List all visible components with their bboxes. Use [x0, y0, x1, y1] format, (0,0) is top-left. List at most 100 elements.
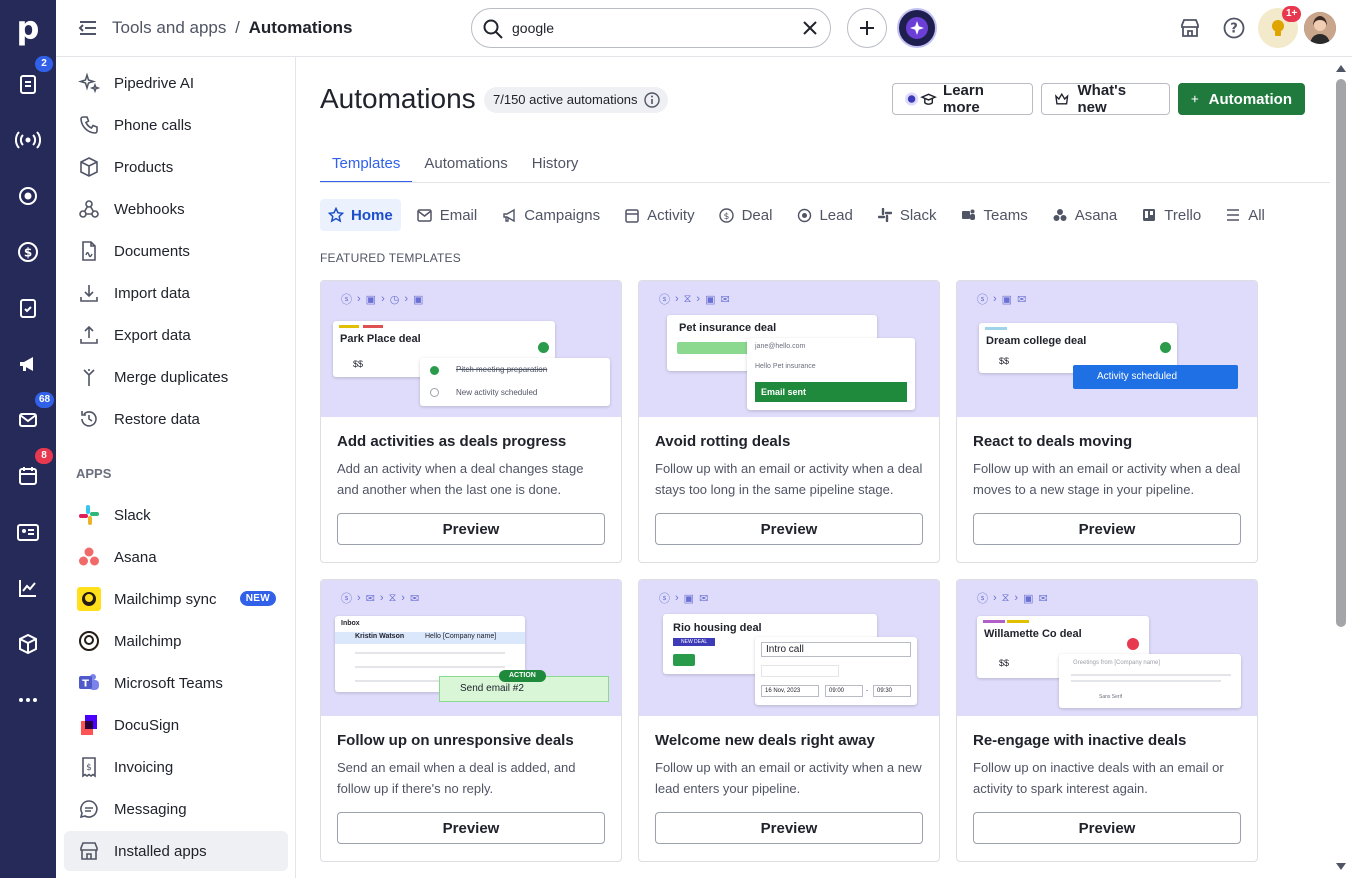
filter-asana[interactable]: Asana [1044, 199, 1126, 231]
products-nav[interactable] [0, 624, 56, 664]
sidebar-item-label: Asana [114, 548, 157, 566]
mail-nav[interactable]: 68 [0, 392, 56, 440]
trello-icon [1141, 207, 1157, 223]
card-description: Follow up with an email or activity when… [655, 760, 922, 796]
webhook-icon [76, 196, 102, 222]
help-icon[interactable]: ? [1222, 16, 1246, 40]
sidebar-item-installed-apps[interactable]: Installed apps [64, 831, 288, 871]
preview-button[interactable]: Preview [655, 812, 923, 844]
template-illustration: ⓢ › ▣ ✉ Dream college deal $$ Activity sche… [957, 281, 1257, 417]
sidebar-item-export-data[interactable]: Export data [64, 315, 288, 355]
sidebar-item-invoicing[interactable]: $ Invoicing [64, 747, 288, 787]
sidebar-item-restore-data[interactable]: Restore data [64, 399, 288, 439]
calendar-nav[interactable]: 8 [0, 448, 56, 496]
mock-deal-value: $$ [999, 356, 1010, 366]
mock-time-separator: - [866, 688, 868, 694]
flow-steps: ⓢ › ✉ › ⧖ › ✉ [341, 591, 420, 606]
marketplace-icon[interactable] [1178, 16, 1202, 40]
sidebar-item-pipedrive-ai[interactable]: Pipedrive AI [64, 63, 288, 103]
preview-button[interactable]: Preview [973, 513, 1241, 545]
more-nav[interactable] [0, 680, 56, 720]
deals-money-nav[interactable]: $ [0, 232, 56, 272]
template-card: ⓢ › ✉ › ⧖ › ✉ Inbox Kristin Watson Hello [Comp… [320, 579, 622, 862]
new-badge: NEW [239, 591, 276, 606]
breadcrumb-parent[interactable]: Tools and apps [112, 18, 226, 37]
filter-trello[interactable]: Trello [1133, 199, 1209, 231]
preview-button[interactable]: Preview [337, 812, 605, 844]
sidebar-item-products[interactable]: Products [64, 147, 288, 187]
preview-button[interactable]: Preview [973, 812, 1241, 844]
sidebar-item-label: Merge duplicates [114, 368, 229, 386]
sidebar-item-phone-calls[interactable]: Phone calls [64, 105, 288, 145]
card-title: Add activities as deals progress [337, 433, 567, 450]
preview-button[interactable]: Preview [337, 513, 605, 545]
sidebar-item-microsoft-teams[interactable]: T Microsoft Teams [64, 663, 288, 703]
tips-button[interactable]: 1+ [1258, 6, 1302, 48]
scrollbar-thumb[interactable] [1336, 79, 1346, 627]
sidebar-item-mailchimp-sync[interactable]: Mailchimp sync NEW [64, 579, 288, 619]
info-icon[interactable] [643, 92, 660, 108]
chip-label: All [1248, 206, 1265, 224]
tab-templates[interactable]: Templates [320, 145, 413, 183]
scroll-down-icon[interactable] [1335, 862, 1347, 872]
sidebar-item-webhooks[interactable]: Webhooks [64, 189, 288, 229]
mock-email-subject: Hello Pet insurance [755, 363, 816, 370]
clear-search-icon[interactable] [802, 20, 818, 36]
collapse-menu-icon[interactable] [76, 16, 100, 40]
template-illustration: ⓢ › ▣ ✉ Rio housing deal NEW DEAL Intro cal… [639, 580, 939, 716]
chip-label: Home [351, 206, 393, 224]
sidebar-item-docusign[interactable]: DocuSign [64, 705, 288, 745]
filter-lead[interactable]: Lead [788, 199, 860, 231]
page-title: Automations [320, 83, 476, 114]
filter-activity[interactable]: Activity [616, 199, 703, 231]
sidebar-item-import-data[interactable]: Import data [64, 273, 288, 313]
sidebar-item-asana[interactable]: Asana [64, 537, 288, 577]
restore-icon [76, 406, 102, 432]
chat-icon [76, 796, 102, 822]
active-automations-count: 7/150 active automations [484, 87, 668, 113]
activities-nav[interactable] [0, 288, 56, 328]
tab-divider [320, 182, 1330, 183]
contacts-nav[interactable] [0, 512, 56, 552]
filter-home[interactable]: Home [320, 199, 401, 231]
sparkle-icon [906, 17, 928, 39]
filter-campaigns[interactable]: Campaigns [493, 199, 608, 231]
deals-nav[interactable]: 2 [0, 56, 56, 104]
sidebar-item-documents[interactable]: Documents [64, 231, 288, 271]
upload-icon [76, 322, 102, 348]
sidebar-item-messaging[interactable]: Messaging [64, 789, 288, 829]
learn-more-button[interactable]: Learn more [892, 82, 1033, 116]
mock-email-to: jane@hello.com [755, 343, 806, 350]
whats-new-button[interactable]: What's new [1041, 82, 1170, 116]
filter-email[interactable]: Email [409, 199, 486, 231]
tab-automations[interactable]: Automations [412, 145, 519, 183]
leads-nav[interactable] [0, 176, 56, 216]
sidebar-item-slack[interactable]: Slack [64, 495, 288, 535]
mock-activity-new: New activity scheduled [456, 388, 538, 397]
sidebar-item-label: Installed apps [114, 842, 207, 860]
scroll-up-icon[interactable] [1335, 63, 1347, 73]
sidebar-item-label: Webhooks [114, 200, 185, 218]
search-input[interactable] [512, 18, 792, 38]
filter-teams[interactable]: Teams [953, 199, 1036, 231]
sidebar-item-mailchimp[interactable]: Mailchimp [64, 621, 288, 661]
sidebar-item-merge-duplicates[interactable]: Merge duplicates [64, 357, 288, 397]
sidebar-item-label: Microsoft Teams [114, 674, 223, 692]
flow-steps: ⓢ › ⧖ › ▣ ✉ [977, 591, 1048, 606]
ai-assistant-button[interactable] [897, 8, 937, 48]
pipedrive-logo[interactable]: p [12, 8, 44, 48]
filter-deal[interactable]: $ Deal [711, 199, 781, 231]
insights-nav[interactable] [0, 568, 56, 608]
quick-add-button[interactable] [847, 8, 887, 48]
card-description: Send an email when a deal is added, and … [337, 760, 576, 796]
main-scrollbar[interactable] [1330, 57, 1352, 878]
add-automation-button[interactable]: Automation [1178, 83, 1305, 115]
filter-all[interactable]: All [1217, 199, 1273, 231]
radar-nav[interactable] [0, 120, 56, 160]
tab-history[interactable]: History [520, 145, 591, 183]
campaigns-nav[interactable] [0, 344, 56, 384]
avatar[interactable] [1304, 12, 1336, 44]
filter-slack[interactable]: Slack [869, 199, 945, 231]
chip-label: Slack [899, 206, 937, 224]
preview-button[interactable]: Preview [655, 513, 923, 545]
